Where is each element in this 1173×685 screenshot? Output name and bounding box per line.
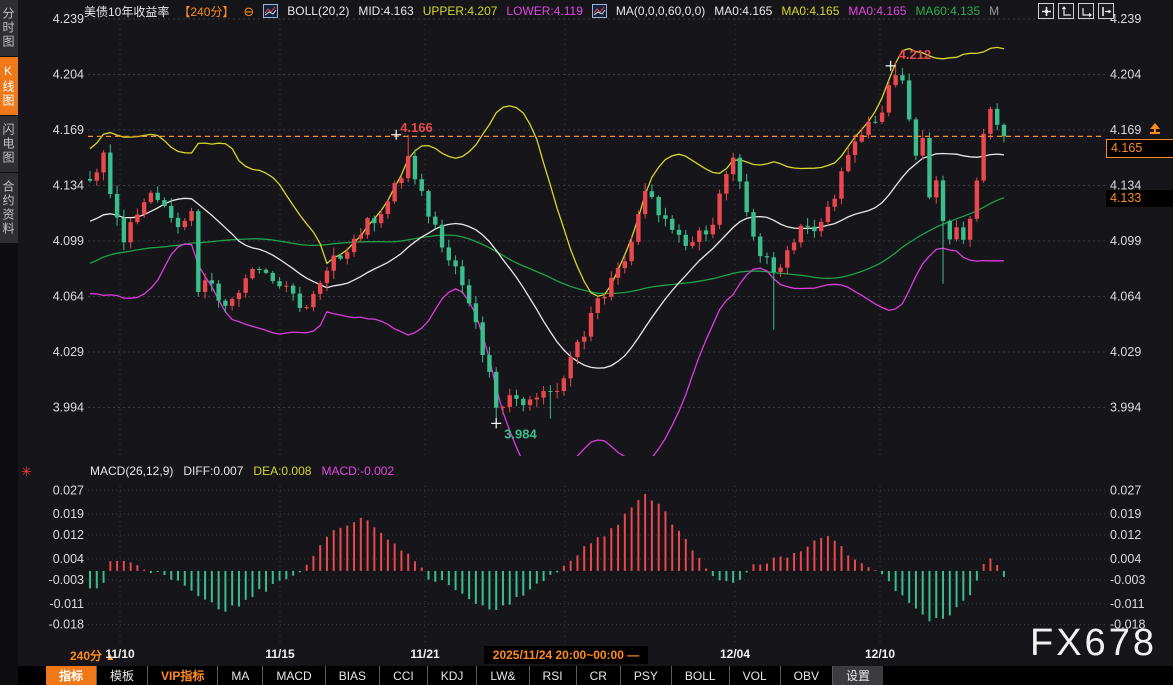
- boll-label: BOLL(20,2): [287, 4, 349, 18]
- last-price-tag: 4.165: [1106, 139, 1173, 158]
- axis-tick-label: 4.134: [53, 179, 84, 193]
- macd-hist-value: MACD:-0.002: [321, 464, 394, 478]
- axis-tick-label: -0.011: [49, 597, 84, 611]
- axis-tick-label: 0.027: [1110, 483, 1141, 497]
- boll-ma-lines: [90, 47, 1004, 479]
- chart-header: 美债10年收益率【240分】 ⊖ BOLL(20,2) MID:4.163 UPPER:…: [84, 3, 999, 19]
- boll-upper-value: UPPER:4.207: [423, 4, 498, 18]
- x-axis-date: 12/04: [720, 647, 750, 661]
- watermark: FX678: [1030, 622, 1157, 665]
- axis-tick-label: 4.239: [1110, 12, 1141, 26]
- macd-layer: [90, 490, 1004, 621]
- toolbar-tab-cci[interactable]: CCI: [379, 666, 427, 685]
- toolbar-tab-macd[interactable]: MACD: [262, 666, 324, 685]
- sidebar: 分时图K线图闪电图合约资料: [0, 0, 18, 685]
- ma0-value-yellow: MA0:4.165: [781, 4, 839, 18]
- axis-tick-label: 4.029: [53, 345, 84, 359]
- ma-more-label: M: [989, 4, 999, 18]
- sidebar-tab-contract-info[interactable]: 合约资料: [0, 173, 18, 244]
- ma-label: MA(0,0,0,60,0,0): [616, 4, 705, 18]
- sidebar-tab-lightning-chart[interactable]: 闪电图: [0, 116, 18, 173]
- toolbar-tab-kdj[interactable]: KDJ: [427, 666, 477, 685]
- axis-tick-label: 4.099: [1110, 234, 1141, 248]
- price-annotation: 4.212: [899, 47, 932, 62]
- boll-mid-value: MID:4.163: [358, 4, 413, 18]
- axis-tick-label: 0.019: [1110, 507, 1141, 521]
- ma60-value: MA60:4.135: [915, 4, 980, 18]
- header-tools: [1038, 3, 1114, 19]
- axis-tick-label: 4.239: [53, 12, 84, 26]
- toolbar-tab-settings[interactable]: 设置: [832, 666, 883, 685]
- indicator-chart-icon: [263, 4, 278, 18]
- candles-layer: [88, 62, 1006, 424]
- axis-tick-label: 0.019: [53, 507, 84, 521]
- macd-indicator-icon[interactable]: ✳: [21, 464, 32, 480]
- toolbar-tab-rsi[interactable]: RSI: [529, 666, 576, 685]
- price-annotation: 3.984: [504, 426, 537, 441]
- crosshair-icon[interactable]: [1038, 3, 1054, 19]
- price-annotation: 4.166: [400, 120, 433, 135]
- grid-layer: [88, 19, 1105, 643]
- toolbar-tab-lwr[interactable]: LW&: [476, 666, 528, 685]
- toolbar-tab-template[interactable]: 模板: [96, 666, 147, 685]
- x-axis-date: 12/10: [865, 647, 895, 661]
- toolbar-tab-bias[interactable]: BIAS: [325, 666, 379, 685]
- toolbar-tab-vol[interactable]: VOL: [729, 666, 780, 685]
- boll-lower-value: LOWER:4.119: [506, 4, 582, 18]
- axis-tick-label: 4.169: [1110, 123, 1141, 137]
- toolbar-tab-psy[interactable]: PSY: [620, 666, 671, 685]
- x-axis-date: 11/15: [265, 647, 294, 661]
- toolbar-tab-cr[interactable]: CR: [576, 666, 620, 685]
- sidebar-tab-time-chart[interactable]: 分时图: [0, 0, 18, 57]
- indicator-chart-icon: [592, 4, 607, 18]
- toolbar-tab-vip-indicator[interactable]: VIP指标: [147, 666, 217, 685]
- crosshair-time-box: 2025/11/24 20:00~00:00 —: [484, 646, 648, 664]
- indicator-toolbar: 指标模板VIP指标MAMACDBIASCCIKDJLW&RSICRPSYBOLL…: [0, 666, 1173, 685]
- x-axis-date: 11/10: [105, 647, 134, 661]
- axis-tick-label: 4.064: [1110, 290, 1141, 304]
- axis-tick-label: 4.204: [53, 68, 84, 82]
- symbol-title: 美债10年收益率: [84, 3, 169, 20]
- period-badge[interactable]: 【240分】: [178, 3, 234, 20]
- axis-tick-label: 0.004: [1110, 552, 1141, 566]
- axis-tick-label: -0.018: [49, 618, 84, 632]
- axis-tick-label: 4.099: [53, 234, 84, 248]
- x-axis-date: 11/21: [410, 647, 439, 661]
- secondary-price-tag: 4.133: [1106, 190, 1173, 207]
- latest-price-pin-icon[interactable]: [1148, 122, 1162, 139]
- period-label: 240分: [70, 649, 102, 663]
- axis-tick-label: 0.012: [1110, 528, 1141, 542]
- pan-right-icon[interactable]: [1098, 3, 1114, 19]
- toolbar-tab-indicator[interactable]: 指标: [46, 666, 96, 685]
- scale-y-axis-icon[interactable]: [1058, 3, 1074, 19]
- toolbar-tab-obv[interactable]: OBV: [780, 666, 832, 685]
- axis-tick-label: 4.029: [1110, 345, 1141, 359]
- macd-diff-value: DIFF:0.007: [183, 464, 243, 478]
- toolbar-tab-ma[interactable]: MA: [217, 666, 262, 685]
- axis-tick-label: 4.064: [53, 290, 84, 304]
- macd-params-label: MACD(26,12,9): [90, 464, 173, 478]
- ma0-value-magenta: MA0:4.165: [848, 4, 906, 18]
- axis-tick-label: -0.003: [1110, 573, 1145, 587]
- toolbar-tab-boll[interactable]: BOLL: [671, 666, 729, 685]
- axis-tick-label: -0.003: [49, 573, 84, 587]
- sidebar-tab-k-line-chart[interactable]: K线图: [0, 57, 18, 116]
- scale-x-axis-icon[interactable]: [1078, 3, 1094, 19]
- annotations-layer: 4.166 4.212 3.984: [391, 47, 931, 442]
- axis-tick-label: 0.004: [53, 552, 84, 566]
- axis-tick-label: 4.169: [53, 123, 84, 137]
- axis-tick-label: -0.011: [1110, 597, 1145, 611]
- macd-dea-value: DEA:0.008: [253, 464, 311, 478]
- ma0-value-white: MA0:4.165: [714, 4, 772, 18]
- axis-tick-label: 3.994: [1110, 401, 1141, 415]
- axis-tick-label: 0.012: [53, 528, 84, 542]
- axis-tick-label: 4.204: [1110, 68, 1141, 82]
- axis-tick-label: 3.994: [53, 401, 84, 415]
- app-window: 4.166 4.212 3.984 4.239 4.239 4.204 4.204 4.169…: [0, 0, 1173, 685]
- x-axis-row: 240分 ▲ 2025/11/24 20:00~00:00 — 11/1011/…: [0, 645, 1173, 666]
- macd-header: MACD(26,12,9) DIFF:0.007 DEA:0.008 MACD:-0.…: [90, 464, 394, 478]
- collapse-panel-icon[interactable]: ⊖: [243, 5, 254, 18]
- main-chart-canvas[interactable]: 4.166 4.212 3.984 4.239 4.239 4.204 4.204 4.169…: [0, 0, 1173, 646]
- axis-tick-label: 0.027: [53, 483, 84, 497]
